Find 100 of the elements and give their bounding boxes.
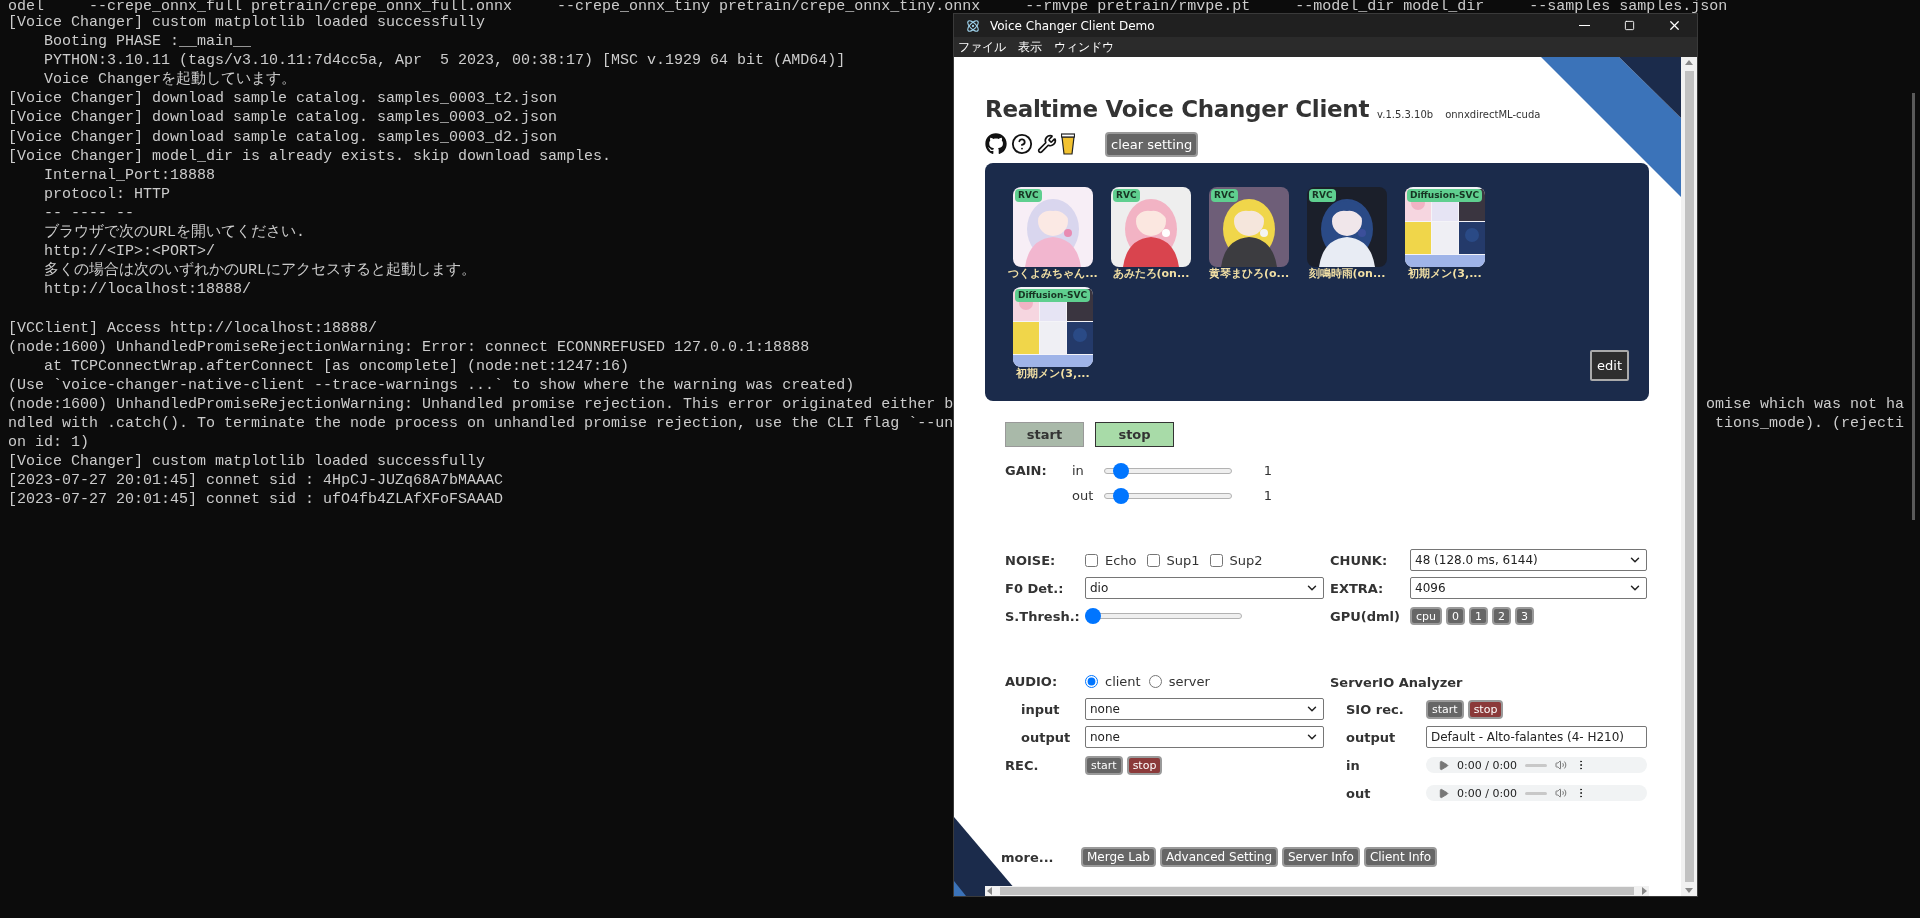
model-name: 黄琴まひろ(o...: [1207, 267, 1291, 281]
version-label: v.1.5.3.10b: [1377, 109, 1434, 120]
more-button[interactable]: Server Info: [1282, 847, 1360, 867]
slider-track[interactable]: [1104, 487, 1232, 504]
more-button[interactable]: Client Info: [1363, 847, 1438, 867]
radio-button[interactable]: [1148, 674, 1162, 688]
terminal-line: [Voice Changer] download sample catalog. samples_0003_t2.json: [8, 89, 558, 109]
build-label: onnxdirectML-cuda: [1445, 109, 1541, 120]
arrow-up-icon[interactable]: [1685, 60, 1693, 65]
arrow-down-icon[interactable]: [1685, 888, 1693, 893]
terminal-line: Voice Changerを起動しています。: [43, 70, 297, 90]
audio-player[interactable]: 0:00 / 0:00: [1426, 757, 1647, 773]
terminal-line: [2023-07-27 20:01:45] connet sid : 4HpCJ-JUZq68A7bMAAAC: [8, 471, 504, 491]
terminal-line: tions_mode). (rejecti: [1714, 413, 1905, 434]
terminal-line: Booting PHASE :__main__: [43, 32, 252, 52]
slider-track[interactable]: [1104, 462, 1232, 479]
model-name: つくよみちゃん...: [1007, 267, 1099, 281]
model-badge: RVC: [1211, 189, 1238, 202]
edit-button[interactable]: edit: [1590, 350, 1629, 381]
stop-button[interactable]: stop: [1467, 699, 1504, 719]
start-button[interactable]: start: [1085, 755, 1123, 775]
gpu-button[interactable]: 0: [1446, 607, 1465, 625]
radio-button[interactable]: [1085, 674, 1098, 688]
stop-button[interactable]: stop: [1126, 755, 1163, 775]
checkbox[interactable]: [1146, 553, 1160, 567]
dropdown[interactable]: 48 (128.0 ms, 6144): [1410, 549, 1647, 571]
player-time: 0:00 / 0:00: [1457, 786, 1518, 800]
model-tile[interactable]: RVC: [1111, 187, 1191, 267]
model-tile[interactable]: RVC: [1209, 187, 1289, 267]
vertical-scrollbar[interactable]: [1681, 57, 1697, 896]
slider-thumb[interactable]: [1112, 487, 1129, 504]
rec-label: REC.: [1005, 757, 1040, 773]
more-button[interactable]: Advanced Setting: [1159, 847, 1278, 867]
arrow-right-icon[interactable]: [1642, 887, 1647, 895]
gpu-button[interactable]: 3: [1515, 607, 1534, 625]
model-tile[interactable]: Diffusion-SVC: [1013, 287, 1093, 367]
model-name: 初期メン(3,...: [1407, 267, 1483, 281]
terminal-line: (Use `voice-changer-native-client --trace-warnings ...` to show where the warning was created): [8, 375, 855, 395]
volume-icon: [1555, 787, 1568, 799]
player-label: in: [1345, 757, 1361, 773]
clear-setting-button[interactable]: clear setting: [1105, 131, 1199, 157]
model-tile[interactable]: RVC: [1307, 187, 1387, 267]
menu-item[interactable]: ファイル: [958, 38, 1006, 56]
scrollbar-thumb[interactable]: [1000, 887, 1634, 895]
horizontal-scrollbar[interactable]: [985, 886, 1649, 896]
more-button[interactable]: Merge Lab: [1081, 847, 1156, 867]
wrench-icon[interactable]: [1037, 134, 1057, 154]
checkbox[interactable]: [1209, 553, 1223, 567]
radio-label: server: [1168, 673, 1210, 689]
terminal-line: (node:1600) UnhandledPromiseRejectionWarning: Error: connect ECONNREFUSED 127.0.0.1:18888: [8, 337, 810, 357]
terminal-line: PYTHON:3.10.11 (tags/v3.10.11:7d4cc5a, Apr 5 2023, 00:38:17) [MSC v.1929 64 bit (AMD64)]: [43, 51, 846, 71]
terminal-line: http://localhost:18888/: [43, 280, 252, 300]
gpu-button[interactable]: 2: [1492, 607, 1511, 625]
terminal-line: -- ---- --: [43, 203, 135, 223]
start-button[interactable]: start: [1426, 699, 1464, 719]
noise-label: NOISE:: [1005, 552, 1057, 568]
close-icon: [1667, 18, 1682, 33]
extra-label: EXTRA:: [1330, 580, 1385, 596]
dropdown[interactable]: none: [1085, 698, 1324, 720]
radio-label: client: [1105, 673, 1141, 689]
slider-thumb[interactable]: [1085, 608, 1101, 624]
slider-track[interactable]: [1085, 608, 1242, 624]
cup-icon[interactable]: [1061, 133, 1075, 155]
terminal-line: [Voice Changer] download sample catalog. samples_0003_o2.json: [8, 108, 558, 128]
menu-item[interactable]: 表示: [1018, 38, 1042, 56]
slider-thumb[interactable]: [1112, 462, 1129, 479]
terminal-line: [Voice Changer] custom matplotlib loaded successfully: [8, 452, 486, 472]
server-button[interactable]: start: [1005, 422, 1084, 447]
sio-label: SIO rec.: [1345, 701, 1405, 717]
model-tile[interactable]: Diffusion-SVC: [1405, 187, 1485, 267]
gpu-button[interactable]: cpu: [1410, 607, 1442, 625]
channel-label: out: [1072, 488, 1095, 503]
menu-item[interactable]: ウィンドウ: [1054, 38, 1114, 56]
dropdown[interactable]: 4096: [1410, 577, 1647, 599]
audio-player[interactable]: 0:00 / 0:00: [1426, 785, 1647, 801]
gpu-button[interactable]: 1: [1469, 607, 1488, 625]
help-icon[interactable]: [1011, 133, 1033, 155]
dropdown[interactable]: dio: [1085, 577, 1324, 599]
terminal-line: 多くの場合は次のいずれかのURLにアクセスすると起動します。: [43, 261, 476, 281]
arrow-left-icon[interactable]: [987, 887, 992, 895]
checkbox[interactable]: [1085, 553, 1098, 567]
scrollbar-thumb[interactable]: [1684, 71, 1694, 882]
dropdown[interactable]: none: [1085, 726, 1324, 748]
model-badge: RVC: [1309, 189, 1336, 202]
server-button[interactable]: stop: [1095, 422, 1174, 447]
model-tile[interactable]: RVC: [1013, 187, 1093, 267]
terminal-line: [Voice Changer] model_dir is already exists. skip download samples.: [8, 146, 612, 166]
model-name: 刻鳴時雨(on...: [1307, 267, 1387, 281]
model-name: 初期メン(3,...: [1015, 367, 1091, 381]
github-icon[interactable]: [985, 133, 1007, 155]
terminal-line: Internal_Port:18888: [43, 165, 216, 185]
gain-label: GAIN:: [1005, 463, 1048, 478]
dropdown[interactable]: Default - Alto-falantes (4- H210): [1426, 726, 1647, 748]
play-icon: [1438, 759, 1449, 771]
chunk-label: CHUNK:: [1330, 552, 1389, 568]
analyzer-title: ServerIO Analyzer: [1330, 674, 1463, 690]
model-badge: RVC: [1015, 189, 1042, 202]
volume-icon: [1555, 759, 1568, 771]
terminal-line: [2023-07-27 20:01:45] connet sid : ufO4fb4ZLAfXFoFSAAAD: [8, 490, 504, 510]
checkbox-label: Echo: [1105, 552, 1137, 568]
